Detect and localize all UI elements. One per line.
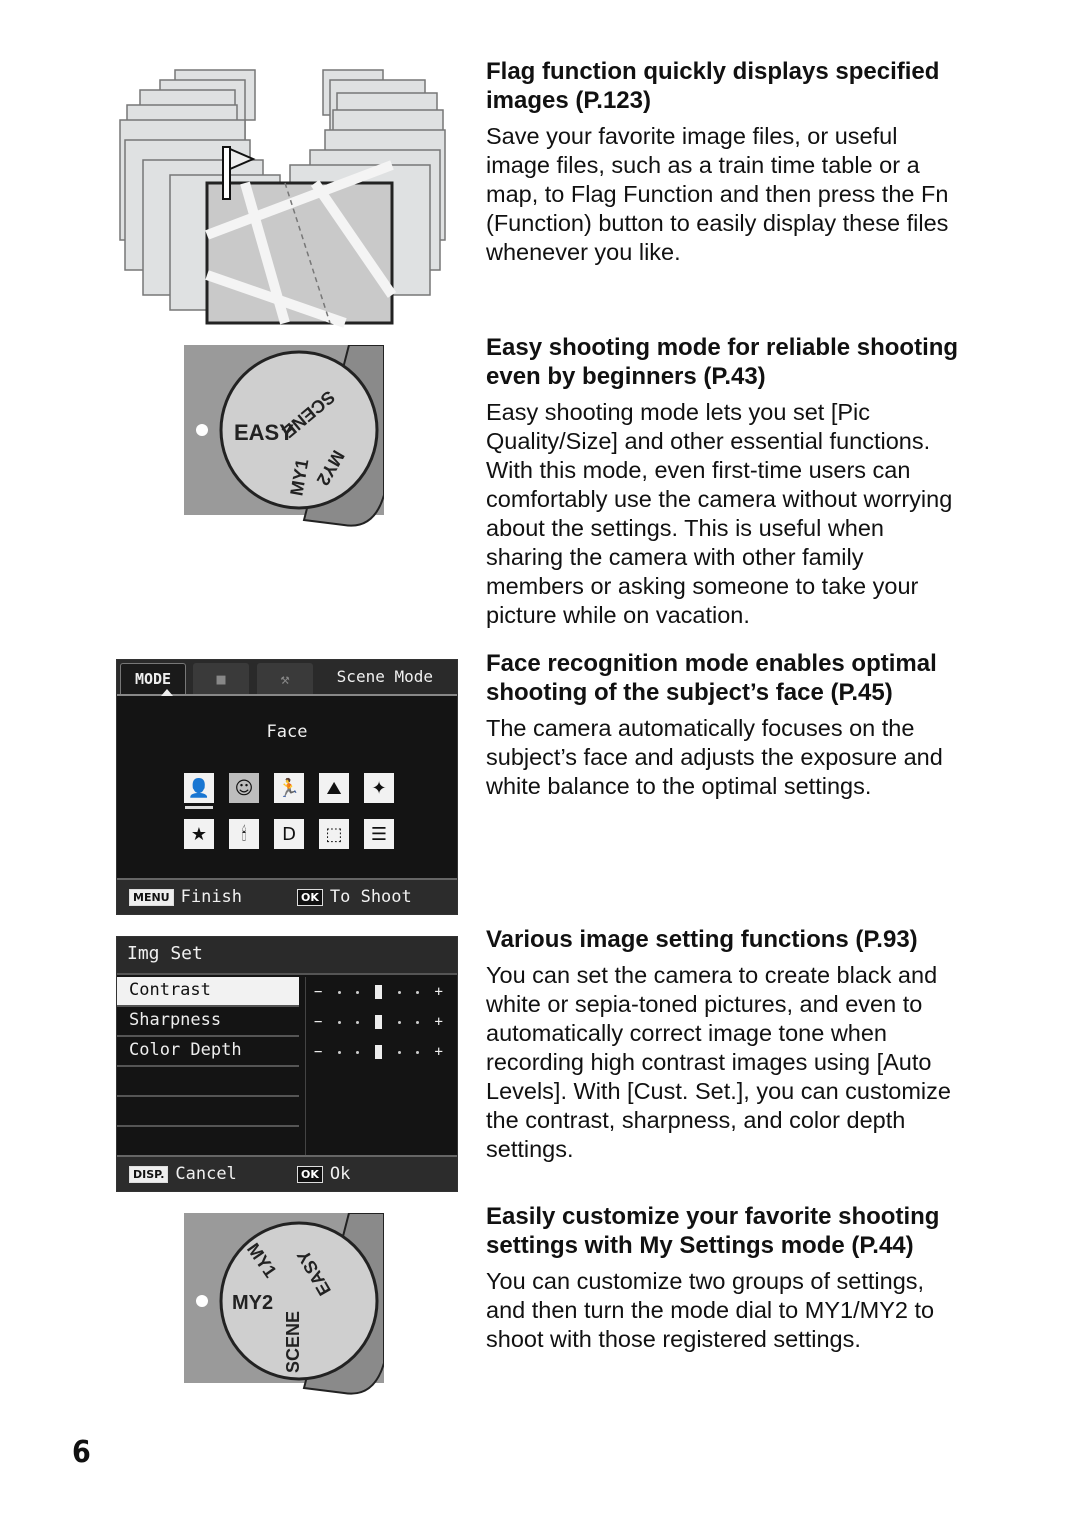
page-number: 6	[72, 1435, 91, 1470]
minus-icon: −	[314, 984, 323, 1000]
empty-row	[117, 1097, 299, 1127]
plus-icon: +	[434, 984, 443, 1000]
zoom-macro-icon[interactable]: D	[274, 819, 304, 849]
text-mode-icon[interactable]: ☰	[364, 819, 394, 849]
section-title: Flag function quickly displays specified…	[486, 58, 940, 114]
minus-icon: −	[314, 1044, 323, 1060]
sports-icon[interactable]: 🏃	[274, 773, 304, 803]
color-depth-slider[interactable]: − +	[306, 1037, 455, 1067]
slider-knob[interactable]	[374, 1045, 382, 1059]
setting-row-sharpness[interactable]: Sharpness	[117, 1007, 299, 1037]
img-set-list: Contrast Sharpness Color Depth	[117, 977, 299, 1157]
empty-row	[117, 1067, 299, 1097]
setting-row-contrast[interactable]: Contrast	[117, 977, 299, 1007]
minus-icon: −	[314, 1014, 323, 1030]
contrast-slider[interactable]: − +	[306, 977, 455, 1007]
night-portrait-icon[interactable]: ★	[184, 819, 214, 849]
skew-correct-icon[interactable]: ⬚	[319, 819, 349, 849]
selected-scene-name: Face	[266, 722, 308, 742]
tab-mode[interactable]: MODE	[120, 663, 186, 694]
sharpness-slider[interactable]: − +	[306, 1007, 455, 1037]
to-shoot-label: To Shoot	[329, 887, 412, 907]
scene-mode-screen: MODE ■ ⚒ Scene Mode Face 👤 ☺ 🏃 ⛰ ✦ ★ 🕯 D…	[116, 659, 458, 915]
night-landscape-icon[interactable]: ✦	[364, 773, 394, 803]
portrait-icon[interactable]: 👤	[184, 773, 214, 803]
img-set-title: Img Set	[117, 937, 457, 975]
mode-dial-easy-illustration: EASY SCENE MY1 MY2	[184, 345, 384, 527]
face-icon[interactable]: ☺	[229, 773, 259, 803]
dial-label-my2: MY2	[232, 1292, 273, 1314]
section-title: Easily customize your favorite shooting …	[486, 1203, 940, 1259]
scene-tabs: MODE ■ ⚒ Scene Mode	[117, 660, 457, 696]
ok-label: Ok	[329, 1164, 351, 1184]
landscape-icon[interactable]: ⛰	[319, 773, 349, 803]
section-my-settings: Easily customize your favorite shooting …	[486, 1202, 966, 1354]
plus-icon: +	[434, 1044, 443, 1060]
section-title: Face recognition mode enables optimal sh…	[486, 650, 937, 706]
ok-key-icon: OK	[297, 888, 323, 906]
section-body: Save your favorite image files, or usefu…	[486, 123, 949, 265]
cancel-label: Cancel	[175, 1164, 237, 1184]
tab-setup[interactable]: ⚒	[257, 663, 313, 694]
flag-function-illustration	[119, 69, 446, 328]
scene-icon-grid: 👤 ☺ 🏃 ⛰ ✦ ★ 🕯 D ⬚ ☰	[184, 773, 394, 849]
camera-icon: ■	[216, 669, 226, 688]
mode-dial-my-illustration: MY1 MY2 EASY SCENE	[184, 1213, 384, 1395]
section-easy-mode: Easy shooting mode for reliable shooting…	[486, 333, 966, 630]
menu-key-icon: MENU	[129, 888, 174, 906]
slider-knob[interactable]	[374, 985, 382, 999]
setting-row-color-depth[interactable]: Color Depth	[117, 1037, 299, 1067]
section-flag-function: Flag function quickly displays specified…	[486, 57, 966, 267]
scene-mode-label: Scene Mode	[336, 667, 433, 686]
disp-key-icon: DISP.	[129, 1165, 169, 1183]
section-body: The camera automatically focuses on the …	[486, 715, 943, 799]
empty-row	[117, 1127, 299, 1157]
candlelight-icon[interactable]: 🕯	[229, 819, 259, 849]
img-set-screen: Img Set Contrast Sharpness Color Depth −…	[116, 936, 458, 1192]
ok-key-icon: OK	[297, 1165, 323, 1183]
tab-camera[interactable]: ■	[193, 663, 249, 694]
section-title: Easy shooting mode for reliable shooting…	[486, 334, 959, 390]
section-body: You can customize two groups of settings…	[486, 1268, 935, 1352]
tools-icon: ⚒	[280, 669, 290, 688]
dial-label-scene: SCENE	[283, 1311, 303, 1373]
section-body: Easy shooting mode lets you set [Pic Qua…	[486, 399, 953, 628]
slider-knob[interactable]	[374, 1015, 382, 1029]
scene-footer: MENU Finish OK To Shoot	[117, 878, 457, 914]
section-image-settings: Various image setting functions (P.93) Y…	[486, 925, 966, 1164]
cursor-underline	[185, 806, 213, 809]
section-title: Various image setting functions (P.93)	[486, 926, 918, 953]
finish-label: Finish	[180, 887, 243, 907]
section-face-recognition: Face recognition mode enables optimal sh…	[486, 649, 966, 801]
img-set-sliders: − + − + − +	[305, 977, 455, 1155]
img-set-footer: DISP. Cancel OK Ok	[117, 1155, 457, 1191]
plus-icon: +	[434, 1014, 443, 1030]
tab-caret-icon	[161, 689, 173, 696]
section-body: You can set the camera to create black a…	[486, 962, 951, 1162]
